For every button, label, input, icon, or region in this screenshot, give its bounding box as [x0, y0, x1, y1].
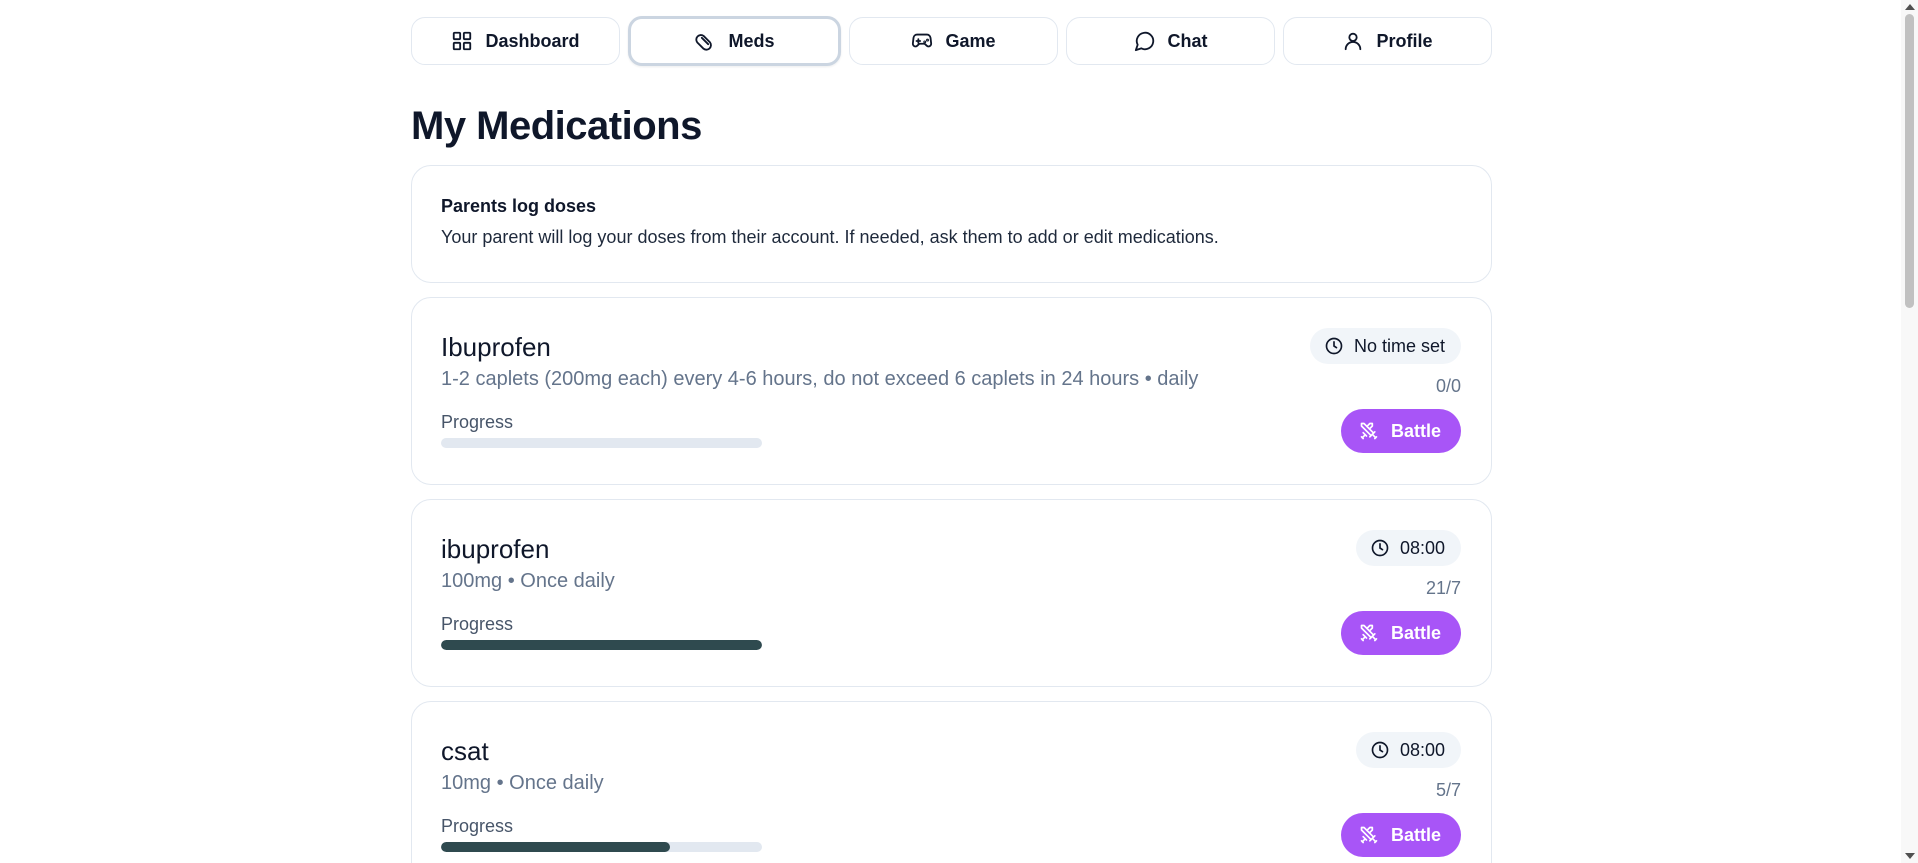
medication-card: csat 10mg • Once daily Progress 08:00 5/…: [411, 701, 1492, 863]
battle-label: Battle: [1390, 420, 1441, 441]
nav-meds-label: Meds: [728, 30, 775, 51]
battle-button[interactable]: Battle: [1340, 611, 1461, 655]
dose-count: 21/7: [1425, 578, 1461, 598]
swords-icon: [1360, 826, 1378, 844]
time-label: 08:00: [1399, 537, 1445, 558]
top-nav: Dashboard Meds Game Chat Profile: [411, 16, 1492, 66]
time-badge: No time set: [1309, 328, 1461, 364]
dose-count: 5/7: [1435, 780, 1461, 800]
dose-count: 0/0: [1435, 376, 1461, 396]
progress-fill: [441, 842, 671, 852]
pill-icon: [695, 34, 713, 51]
medication-card: ibuprofen 100mg • Once daily Progress 08…: [411, 499, 1492, 687]
battle-button[interactable]: Battle: [1340, 409, 1461, 453]
battle-label: Battle: [1390, 824, 1441, 845]
medication-description: 10mg • Once daily: [441, 772, 604, 794]
progress-fill: [441, 640, 762, 650]
nav-profile-button[interactable]: Profile: [1283, 17, 1492, 65]
medication-description: 100mg • Once daily: [441, 570, 615, 592]
progress-label: Progress: [441, 412, 514, 432]
medication-name: ibuprofen: [441, 534, 550, 564]
vertical-scrollbar[interactable]: [1901, 0, 1918, 863]
medication-description: 1-2 caplets (200mg each) every 4-6 hours…: [441, 368, 1199, 390]
clock-icon: [1325, 337, 1343, 355]
nav-profile-label: Profile: [1376, 30, 1433, 51]
app-viewport: Dashboard Meds Game Chat Profile My Medi…: [0, 0, 1918, 863]
battle-button[interactable]: Battle: [1340, 813, 1461, 857]
progress-label: Progress: [441, 614, 514, 634]
time-badge: 08:00: [1355, 530, 1461, 566]
medication-name: csat: [441, 736, 489, 766]
user-icon: [1345, 32, 1362, 51]
gamepad-icon: [912, 33, 933, 48]
time-label: 08:00: [1399, 739, 1445, 760]
nav-dashboard-label: Dashboard: [485, 30, 580, 51]
battle-label: Battle: [1390, 622, 1441, 643]
progress-bar: [441, 842, 762, 852]
nav-chat-button[interactable]: Chat: [1066, 17, 1275, 65]
scroll-down-arrow-icon[interactable]: [1905, 853, 1915, 859]
swords-icon: [1360, 422, 1378, 440]
progress-bar: [441, 438, 762, 448]
notice-text: Your parent will log your doses from the…: [441, 227, 1219, 247]
swords-icon: [1360, 624, 1378, 642]
medication-card: Ibuprofen 1-2 caplets (200mg each) every…: [411, 297, 1492, 485]
clock-icon: [1371, 741, 1389, 759]
nav-dashboard-button[interactable]: Dashboard: [411, 17, 620, 65]
clock-icon: [1371, 539, 1389, 557]
nav-chat-label: Chat: [1167, 30, 1208, 51]
scrollbar-thumb[interactable]: [1905, 14, 1914, 308]
progress-bar: [441, 640, 762, 650]
grid-icon: [453, 31, 472, 51]
medication-name: Ibuprofen: [441, 332, 551, 362]
progress-label: Progress: [441, 816, 514, 836]
nav-game-label: Game: [945, 30, 996, 51]
nav-meds-button[interactable]: Meds: [628, 16, 841, 66]
time-badge: 08:00: [1355, 732, 1461, 768]
nav-game-button[interactable]: Game: [849, 17, 1058, 65]
time-label: No time set: [1353, 335, 1445, 356]
notice-title: Parents log doses: [441, 196, 597, 216]
chat-bubble-icon: [1134, 31, 1154, 52]
page-title: My Medications: [411, 104, 702, 148]
parent-notice-card: Parents log doses Your parent will log y…: [411, 165, 1492, 283]
scroll-up-arrow-icon[interactable]: [1905, 4, 1915, 10]
